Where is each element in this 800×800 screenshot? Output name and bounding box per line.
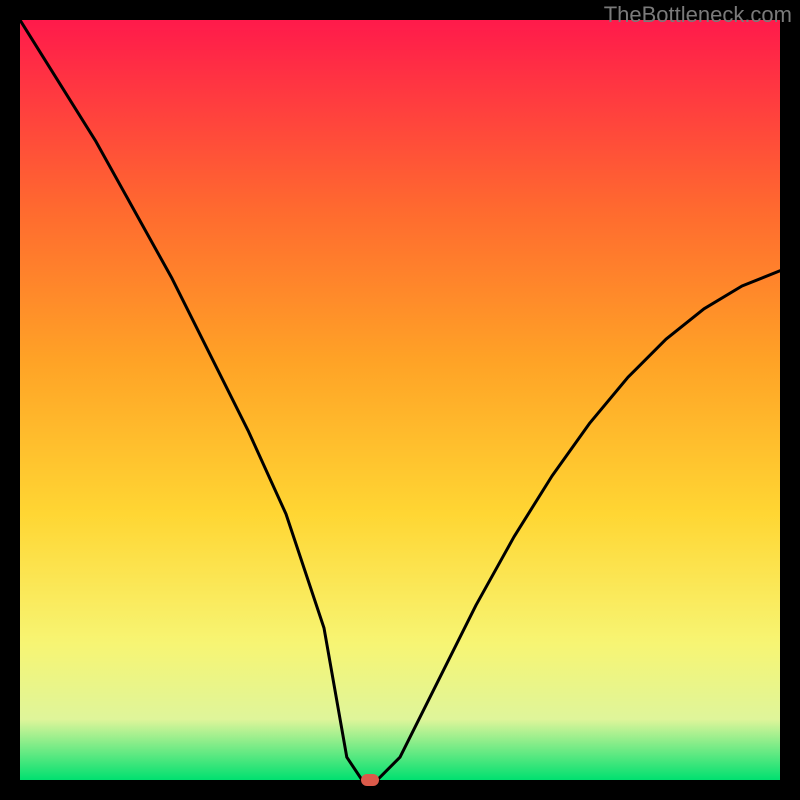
chart-svg (20, 20, 780, 780)
chart-frame: TheBottleneck.com (0, 0, 800, 800)
bottleneck-marker (361, 774, 379, 786)
plot-area (20, 20, 780, 780)
watermark-text: TheBottleneck.com (604, 2, 792, 28)
gradient-background (20, 20, 780, 780)
